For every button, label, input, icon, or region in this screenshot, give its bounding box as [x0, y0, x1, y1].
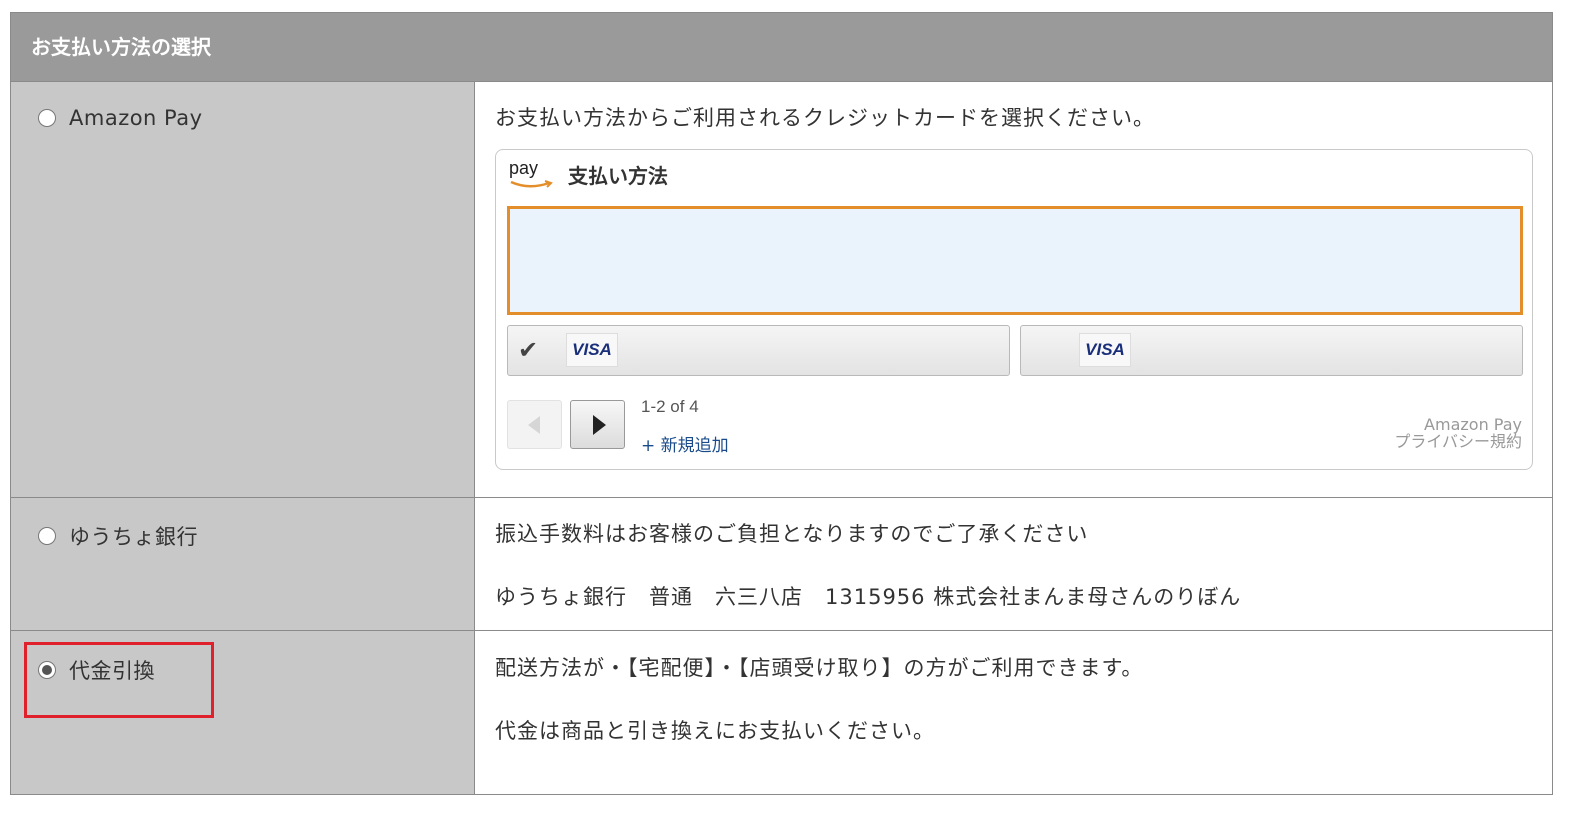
- privacy-line-2: プライバシー規約: [1394, 432, 1522, 451]
- privacy-link[interactable]: Amazon Pay プライバシー規約: [1394, 416, 1522, 450]
- option-detail-cell: お支払い方法からご利用されるクレジットカードを選択ください。 pay 支払い方法…: [475, 82, 1552, 497]
- option-label-cell: ゆうちょ銀行: [11, 498, 475, 630]
- option-label-cell: Amazon Pay: [11, 82, 475, 497]
- amazon-pay-logo: pay: [509, 158, 555, 190]
- amazon-pay-widget: pay 支払い方法 ✔ VISA VISA 1-2 of 4 + 新規追加 Am…: [495, 149, 1533, 470]
- payment-option-bank-transfer: ゆうちょ銀行 振込手数料はお客様のご負担となりますのでご了承ください ゆうちょ銀…: [11, 498, 1552, 631]
- selected-payment-display[interactable]: [507, 206, 1523, 315]
- visa-logo-icon: VISA: [566, 333, 618, 367]
- payment-option-cash-on-delivery: 代金引換 配送方法が・【宅配便】・【店頭受け取り】の方がご利用できます。 代金は…: [11, 631, 1552, 794]
- chevron-left-icon: [528, 416, 540, 434]
- option-detail-cell: 振込手数料はお客様のご負担となりますのでご了承ください ゆうちょ銀行 普通 六三…: [475, 498, 1552, 630]
- bank-account-info: ゆうちょ銀行 普通 六三八店 1315956 株式会社まんま母さんのりぼん: [495, 585, 1242, 609]
- amazon-pay-logo-text: pay: [509, 158, 539, 178]
- page-count: 1-2 of 4: [641, 397, 699, 416]
- privacy-line-1: Amazon Pay: [1424, 415, 1522, 434]
- amazon-pay-label: Amazon Pay: [69, 106, 203, 130]
- payment-option-amazon-pay: Amazon Pay お支払い方法からご利用されるクレジットカードを選択ください…: [11, 82, 1552, 498]
- amazon-pay-radio-option[interactable]: Amazon Pay: [38, 106, 203, 130]
- amazon-pay-radio[interactable]: [38, 109, 56, 127]
- bank-fee-note: 振込手数料はお客様のご負担となりますのでご了承ください: [495, 522, 1089, 546]
- amazon-smile-icon: [510, 180, 553, 188]
- cod-payment-note: 代金は商品と引き換えにお支払いください。: [495, 719, 935, 743]
- chevron-right-icon: [593, 415, 606, 435]
- payment-card-1[interactable]: ✔ VISA: [507, 325, 1010, 376]
- visa-logo-icon: VISA: [1079, 333, 1131, 367]
- payment-method-panel: お支払い方法の選択 Amazon Pay お支払い方法からご利用されるクレジット…: [10, 12, 1553, 795]
- bank-radio[interactable]: [38, 527, 56, 545]
- selection-highlight-box: [24, 642, 214, 718]
- amazon-pay-description: お支払い方法からご利用されるクレジットカードを選択ください。: [495, 106, 1155, 130]
- checkmark-icon: ✔: [518, 336, 539, 364]
- bank-label: ゆうちょ銀行: [69, 525, 198, 549]
- add-new-link[interactable]: + 新規追加: [641, 431, 729, 456]
- payment-card-2[interactable]: VISA: [1020, 325, 1523, 376]
- cod-shipping-note: 配送方法が・【宅配便】・【店頭受け取り】の方がご利用できます。: [495, 656, 1144, 680]
- option-detail-cell: 配送方法が・【宅配便】・【店頭受け取り】の方がご利用できます。 代金は商品と引き…: [475, 631, 1552, 794]
- panel-header: お支払い方法の選択: [11, 13, 1552, 82]
- bank-radio-option[interactable]: ゆうちょ銀行: [38, 521, 198, 551]
- previous-page-button[interactable]: [507, 400, 562, 449]
- next-page-button[interactable]: [570, 400, 625, 449]
- amazon-pay-widget-title: 支払い方法: [568, 164, 668, 188]
